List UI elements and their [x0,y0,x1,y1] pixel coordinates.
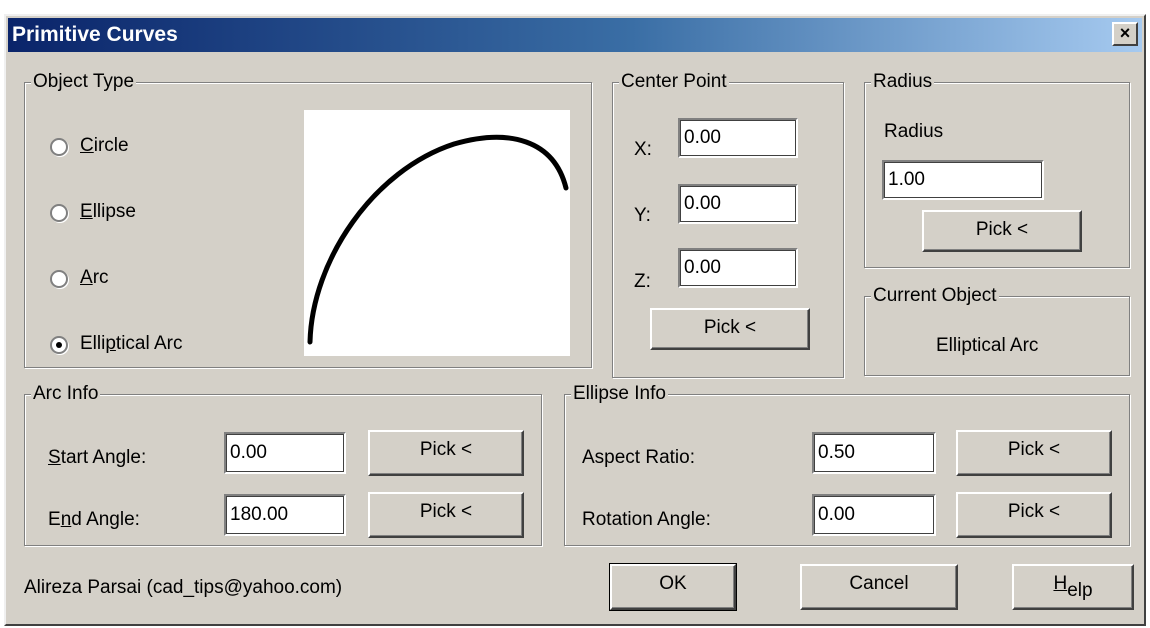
cancel-button[interactable]: Cancel [800,564,958,610]
current-object-legend: Current Object [871,284,999,308]
aspect-ratio-pick-button[interactable]: Pick < [956,430,1112,476]
radius-label: Radius [884,121,944,142]
radio-circle-label[interactable]: Circle [80,134,129,158]
curve-preview [304,110,570,356]
elliptical-arc-preview-icon [307,134,569,345]
close-button[interactable]: × [1112,22,1138,46]
rotation-angle-pick-button[interactable]: Pick < [956,492,1112,538]
ok-button[interactable]: OK [609,563,737,611]
help-button[interactable]: Help [1012,564,1134,610]
object-type-legend: Object Type [31,70,137,94]
x-label: X: [634,139,652,160]
center-pick-button[interactable]: Pick < [650,308,810,350]
radio-ellipse-label[interactable]: Ellipse [80,200,136,224]
rotation-angle-input[interactable] [812,494,936,536]
radio-arc-button[interactable] [50,270,68,288]
close-icon: × [1119,23,1131,43]
current-object-value: Elliptical Arc [936,335,1039,356]
radio-elliptical-arc-button[interactable] [50,336,68,354]
aspect-ratio-input[interactable] [812,432,936,474]
rotation-angle-label: Rotation Angle: [582,509,711,530]
y-label: Y: [634,205,651,226]
start-angle-pick-button[interactable]: Pick < [368,430,524,476]
radio-elliptical-arc-label[interactable]: Elliptical Arc [80,332,182,356]
end-angle-label: End Angle: [48,509,140,530]
end-angle-pick-button[interactable]: Pick < [368,492,524,538]
radio-selected-dot [56,342,62,348]
window-title: Primitive Curves [12,23,178,46]
center-y-input[interactable] [678,184,798,224]
start-angle-input[interactable] [224,432,346,474]
start-angle-label: Start Angle: [48,447,147,468]
title-bar[interactable]: Primitive Curves × [8,18,1142,52]
z-label: Z: [634,271,651,292]
radio-ellipse-button[interactable] [50,204,68,222]
end-angle-input[interactable] [224,494,346,536]
radio-circle-button[interactable] [50,138,68,156]
radius-pick-button[interactable]: Pick < [922,210,1082,252]
radio-arc-label[interactable]: Arc [80,266,109,290]
arc-info-legend: Arc Info [31,382,101,406]
center-z-input[interactable] [678,248,798,288]
center-x-input[interactable] [678,118,798,158]
radius-input[interactable] [882,160,1044,200]
radius-legend: Radius [871,70,935,94]
primitive-curves-dialog: Primitive Curves × Object Type Circle El… [4,14,1146,626]
ellipse-info-legend: Ellipse Info [571,382,668,406]
center-point-legend: Center Point [619,70,729,94]
aspect-ratio-label: Aspect Ratio: [582,447,695,468]
author-credit: Alireza Parsai (cad_tips@yahoo.com) [24,577,343,598]
